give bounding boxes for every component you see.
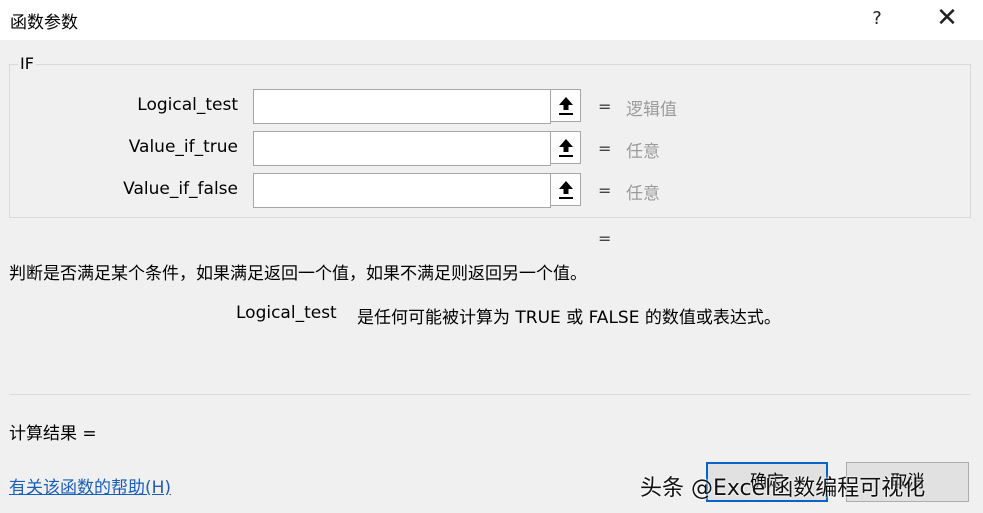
equals-sign: = bbox=[598, 97, 612, 116]
arg-help-text: 是任何可能被计算为 TRUE 或 FALSE 的数值或表达式。 bbox=[357, 308, 781, 328]
collapse-dialog-icon bbox=[559, 181, 573, 199]
calc-result: 计算结果 = bbox=[9, 424, 97, 444]
collapse-dialog-icon bbox=[559, 139, 573, 157]
arg-label-value-if-false: Value_if_false bbox=[123, 179, 238, 199]
divider bbox=[9, 394, 971, 395]
function-help-link[interactable]: 有关该函数的帮助(H) bbox=[9, 473, 171, 498]
value-if-false-input[interactable] bbox=[253, 173, 551, 208]
function-name: IF bbox=[18, 54, 36, 73]
arg-help-name: Logical_test bbox=[236, 303, 337, 323]
arg-type-logical-test: 逻辑值 bbox=[626, 100, 677, 120]
title-bar: 函数参数 ? ✕ bbox=[0, 0, 983, 40]
arg-type-value-if-true: 任意 bbox=[626, 142, 660, 162]
collapse-dialog-button[interactable] bbox=[550, 131, 581, 164]
formula-result-equals: = bbox=[598, 229, 612, 248]
collapse-dialog-icon bbox=[559, 97, 573, 115]
arg-type-value-if-false: 任意 bbox=[626, 184, 660, 204]
collapse-dialog-button[interactable] bbox=[550, 173, 581, 206]
arg-label-logical-test: Logical_test bbox=[137, 95, 238, 115]
value-if-true-input[interactable] bbox=[253, 131, 551, 166]
close-button[interactable]: ✕ bbox=[930, 4, 964, 34]
watermark: 头条 @Excel函数编程可视化 bbox=[640, 476, 926, 501]
logical-test-input[interactable] bbox=[253, 89, 551, 124]
dialog-title: 函数参数 bbox=[10, 13, 78, 33]
equals-sign: = bbox=[598, 181, 612, 200]
arg-label-value-if-true: Value_if_true bbox=[128, 137, 238, 157]
equals-sign: = bbox=[598, 139, 612, 158]
help-button[interactable]: ? bbox=[862, 4, 892, 34]
function-description: 判断是否满足某个条件，如果满足返回一个值，如果不满足则返回另一个值。 bbox=[9, 264, 587, 284]
collapse-dialog-button[interactable] bbox=[550, 89, 581, 122]
